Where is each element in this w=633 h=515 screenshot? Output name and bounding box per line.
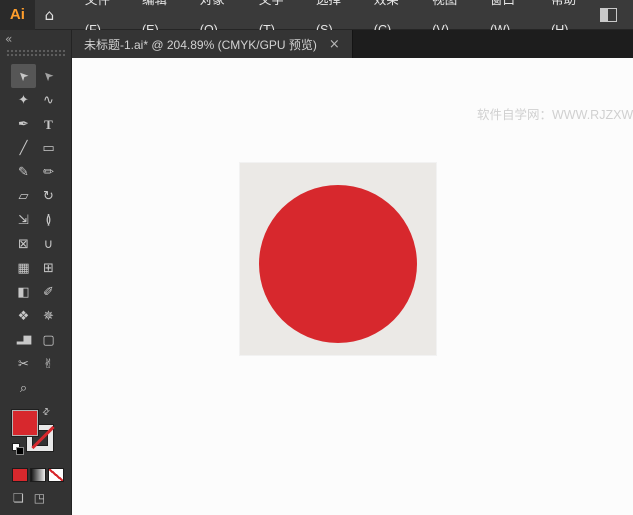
tool-column-graph[interactable]: ▂▆	[11, 328, 36, 352]
tool-eyedropper[interactable]: ✐	[36, 280, 61, 304]
symbol-sprayer-icon: ✵	[43, 308, 54, 324]
rotate-icon: ↻	[43, 188, 54, 204]
logo-text: Ai	[9, 6, 25, 23]
rectangle-icon: ▭	[42, 140, 55, 156]
tool-symbol-sprayer[interactable]: ✵	[36, 304, 61, 328]
magic-wand-icon: ✦	[18, 92, 29, 108]
tool-shape-builder[interactable]: ∪	[36, 232, 61, 256]
document-tab[interactable]: 未标题-1.ai* @ 204.89% (CMYK/GPU 预览) ×	[72, 30, 353, 58]
home-icon[interactable]: ⌂	[35, 0, 64, 30]
panel-drag-handle[interactable]	[6, 49, 65, 57]
watermark-text: 软件自学网：WWW.RJZXW	[477, 108, 633, 122]
fill-swatch[interactable]	[12, 410, 38, 436]
tool-direct-selection[interactable]: ➤	[36, 64, 61, 88]
gradient-button[interactable]	[30, 468, 46, 482]
tab-close-icon[interactable]: ×	[329, 38, 340, 51]
arrange-documents-icon[interactable]	[600, 7, 617, 22]
paintbrush-icon: ✎	[18, 164, 29, 180]
tool-pencil[interactable]: ✏	[36, 160, 61, 184]
paint-style-row	[12, 468, 71, 482]
default-stroke-square	[16, 447, 24, 455]
shape-builder-icon: ∪	[43, 236, 54, 252]
hand-icon: ✌	[43, 356, 54, 372]
screen-mode-icon[interactable]: ◳	[34, 492, 45, 504]
tool-rectangle[interactable]: ▭	[36, 136, 61, 160]
fill-stroke-controls: ⇄	[12, 406, 58, 456]
red-circle-object[interactable]	[259, 185, 417, 343]
eyedropper-icon: ✐	[43, 284, 54, 300]
line-segment-icon: ╱	[19, 140, 28, 156]
lasso-icon: ∿	[43, 92, 54, 108]
mesh-icon: ⊞	[43, 260, 54, 276]
tool-line-segment[interactable]: ╱	[11, 136, 36, 160]
tool-hand[interactable]: ✌	[36, 352, 61, 376]
tool-mesh[interactable]: ⊞	[36, 256, 61, 280]
column-graph-icon: ▂▆	[16, 334, 31, 345]
tool-blend[interactable]: ❖	[11, 304, 36, 328]
arrange-documents-icon-fill	[601, 8, 609, 21]
slice-icon: ✂	[18, 356, 29, 372]
direct-selection-icon: ➤	[39, 67, 58, 85]
illustrator-logo: Ai	[0, 0, 35, 30]
pencil-icon: ✏	[43, 164, 54, 180]
tool-zoom[interactable]: ⌕	[11, 376, 36, 400]
tools-panel-header: «	[0, 30, 71, 58]
canvas-area[interactable]: 软件自学网：WWW.RJZXW	[72, 58, 633, 515]
tool-pen[interactable]: ✒	[11, 112, 36, 136]
tool-paintbrush[interactable]: ✎	[11, 160, 36, 184]
tool-slice[interactable]: ✂	[11, 352, 36, 376]
zoom-icon: ⌕	[19, 380, 28, 396]
artboard-icon: ▢	[42, 332, 55, 348]
none-button[interactable]	[48, 468, 64, 482]
tool-scale[interactable]: ⇲	[11, 208, 36, 232]
type-icon: T	[44, 116, 53, 132]
swap-fill-stroke-icon[interactable]: ⇄	[41, 406, 53, 418]
gradient-icon: ◧	[17, 284, 30, 300]
tools-grid: ➤ ➤ ✦ ∿ ✒ T ╱ ▭ ✎ ✏ ▱ ↻ ⇲ ≬ ⊠ ∪ ▦ ⊞ ◧ ✐ ❖ ✵ ▂▆ ▢ ✂ ✌ ⌕	[11, 64, 61, 400]
draw-mode-icon[interactable]: ❏	[13, 492, 24, 504]
document-tab-bar: 未标题-1.ai* @ 204.89% (CMYK/GPU 预览) ×	[72, 30, 633, 58]
width-icon: ≬	[45, 212, 52, 228]
tool-gradient[interactable]: ◧	[11, 280, 36, 304]
mode-row: ❏ ◳	[13, 492, 71, 504]
tool-rotate[interactable]: ↻	[36, 184, 61, 208]
tool-type[interactable]: T	[36, 112, 61, 136]
perspective-grid-icon: ▦	[17, 260, 30, 276]
free-transform-icon: ⊠	[18, 236, 29, 252]
pen-icon: ✒	[18, 116, 29, 132]
menu-bar: Ai ⌂ 文件(F)编辑(E)对象(O)文字(T)选择(S)效果(C)视图(V)…	[0, 0, 633, 37]
document-tab-title: 未标题-1.ai* @ 204.89% (CMYK/GPU 预览)	[84, 37, 317, 52]
eraser-icon: ▱	[18, 188, 29, 204]
default-fill-stroke-icon[interactable]	[12, 443, 25, 456]
panel-collapse-icon[interactable]: «	[0, 31, 12, 46]
tools-panel: « ➤ ➤ ✦ ∿ ✒ T ╱ ▭ ✎ ✏ ▱ ↻ ⇲ ≬ ⊠ ∪ ▦ ⊞ ◧ ✐ ❖ ✵ ▂▆ ▢ ✂ ✌ ⌕ ⇄ ❏ ◳	[0, 30, 72, 515]
tool-eraser[interactable]: ▱	[11, 184, 36, 208]
artboard[interactable]	[240, 163, 436, 355]
tool-magic-wand[interactable]: ✦	[11, 88, 36, 112]
blend-icon: ❖	[17, 308, 30, 324]
color-button[interactable]	[12, 468, 28, 482]
tool-perspective-grid[interactable]: ▦	[11, 256, 36, 280]
tool-lasso[interactable]: ∿	[36, 88, 61, 112]
scale-icon: ⇲	[18, 212, 29, 228]
tool-artboard[interactable]: ▢	[36, 328, 61, 352]
tool-width[interactable]: ≬	[36, 208, 61, 232]
tool-selection[interactable]: ➤	[11, 64, 36, 88]
tool-free-transform[interactable]: ⊠	[11, 232, 36, 256]
selection-icon: ➤	[14, 67, 33, 85]
